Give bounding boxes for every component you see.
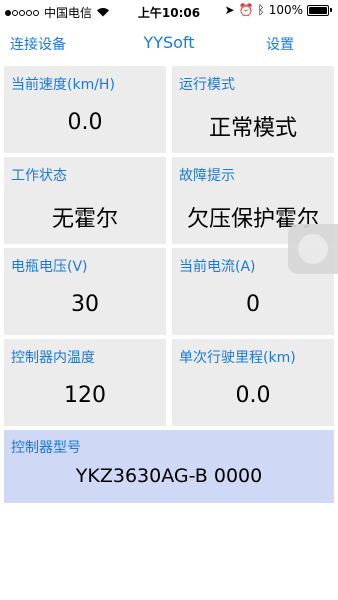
- battery-percent: 100%: [268, 3, 303, 17]
- work-status-value: 无霍尔: [51, 207, 118, 232]
- status-right: ➤ ⏰ ᛒ 100%: [220, 3, 332, 17]
- speed-cell: 当前速度(km/H) 0.0: [4, 66, 166, 153]
- battery-voltage-value: 30: [71, 292, 99, 317]
- controller-model-value: YKZ3630AG-B 0000: [75, 465, 263, 487]
- alarm-clock-icon: ⏰: [238, 3, 254, 17]
- temperature-cell: 控制器内温度 120: [4, 339, 166, 426]
- work-status-label: 工作状态: [11, 168, 67, 184]
- fault-label: 故障提示: [179, 168, 235, 184]
- bluetooth-icon: ᛒ: [257, 3, 265, 17]
- current-value: 0: [246, 292, 260, 317]
- run-mode-value: 正常模式: [208, 116, 297, 141]
- navigation-bar: 连接设备 YYSoft 设置: [0, 22, 338, 62]
- run-mode-label: 运行模式: [179, 77, 235, 93]
- controller-model-panel: 控制器型号 YKZ3630AG-B 0000: [4, 430, 334, 503]
- settings-button[interactable]: 设置: [266, 34, 294, 54]
- speed-label: 当前速度(km/H): [11, 77, 115, 93]
- battery-voltage-cell: 电瓶电压(V) 30: [4, 248, 166, 335]
- work-status-cell: 工作状态 无霍尔: [4, 157, 166, 244]
- run-mode-cell: 运行模式 正常模式: [172, 66, 334, 153]
- current-label: 当前电流(A): [179, 259, 256, 275]
- controller-model-label: 控制器型号: [11, 440, 81, 456]
- assistive-touch-button[interactable]: [288, 224, 338, 274]
- trip-distance-label: 单次行驶里程(km): [179, 350, 296, 366]
- trip-distance-cell: 单次行驶里程(km) 0.0: [172, 339, 334, 426]
- temperature-value: 120: [64, 383, 106, 408]
- battery-voltage-label: 电瓶电压(V): [11, 259, 88, 275]
- battery-icon: [307, 4, 332, 16]
- trip-distance-value: 0.0: [235, 383, 271, 408]
- location-arrow-icon: ➤: [224, 3, 235, 17]
- assistive-touch-icon: [298, 234, 328, 264]
- status-bar: 中国电信 上午10:06 ➤ ⏰ ᛒ 100%: [0, 0, 338, 22]
- temperature-label: 控制器内温度: [11, 350, 95, 366]
- speed-value: 0.0: [67, 110, 103, 135]
